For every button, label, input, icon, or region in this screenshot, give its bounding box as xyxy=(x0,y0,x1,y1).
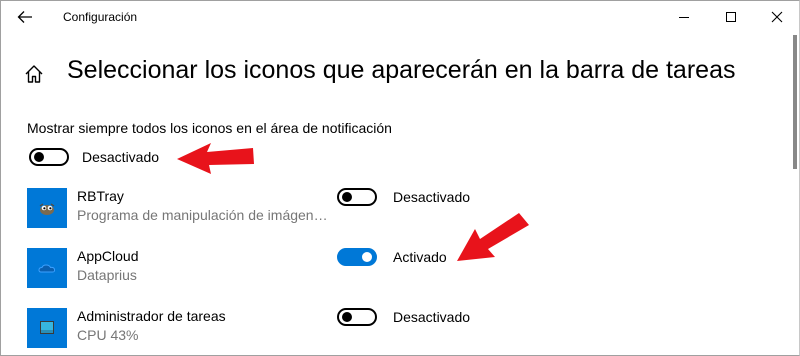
always-show-label: Mostrar siempre todos los iconos en el á… xyxy=(27,120,392,136)
app-tile-appcloud xyxy=(27,248,67,288)
home-icon xyxy=(25,65,43,83)
app-tile-task-manager xyxy=(27,308,67,348)
minimize-icon xyxy=(679,17,689,18)
minimize-button[interactable] xyxy=(661,1,707,33)
app-name-task-manager: Administrador de tareas xyxy=(77,308,226,324)
page-title: Seleccionar los iconos que aparecerán en… xyxy=(67,56,736,84)
app-desc-rbtray: Programa de manipulación de imágenes GNU xyxy=(77,207,329,223)
home-button[interactable] xyxy=(23,63,45,85)
close-icon xyxy=(771,11,783,23)
back-button[interactable] xyxy=(9,5,41,29)
maximize-icon xyxy=(726,12,736,22)
vertical-scrollbar[interactable] xyxy=(793,35,797,169)
maximize-button[interactable] xyxy=(708,1,754,33)
appcloud-state: Activado xyxy=(393,249,447,265)
task-manager-state: Desactivado xyxy=(393,309,471,325)
toggle-knob xyxy=(34,152,44,162)
settings-window: Configuración Seleccionar los iconos que… xyxy=(0,0,800,356)
app-name-appcloud: AppCloud xyxy=(77,248,139,264)
gimp-wilber-icon xyxy=(39,203,55,215)
app-name-rbtray: RBTray xyxy=(77,188,124,204)
toggle-knob xyxy=(342,192,352,202)
title-bar: Configuración xyxy=(1,1,799,33)
rbtray-toggle[interactable] xyxy=(337,188,377,206)
toggle-knob xyxy=(342,312,352,322)
always-show-toggle[interactable] xyxy=(29,148,69,166)
app-desc-task-manager: CPU 43% xyxy=(77,327,139,343)
close-button[interactable] xyxy=(754,1,799,33)
cloud-icon xyxy=(38,264,56,273)
app-desc-appcloud: Dataprius xyxy=(77,267,137,283)
rbtray-state: Desactivado xyxy=(393,189,471,205)
appcloud-toggle[interactable] xyxy=(337,248,377,266)
arrow-left-icon xyxy=(17,11,32,23)
app-tile-rbtray xyxy=(27,188,67,228)
toggle-knob xyxy=(362,252,372,262)
annotation-arrow-icon xyxy=(457,213,529,261)
annotation-arrow-icon xyxy=(177,143,254,174)
always-show-state: Desactivado xyxy=(82,149,160,165)
task-manager-icon xyxy=(40,321,54,334)
task-manager-toggle[interactable] xyxy=(337,308,377,326)
window-title: Configuración xyxy=(63,10,138,24)
